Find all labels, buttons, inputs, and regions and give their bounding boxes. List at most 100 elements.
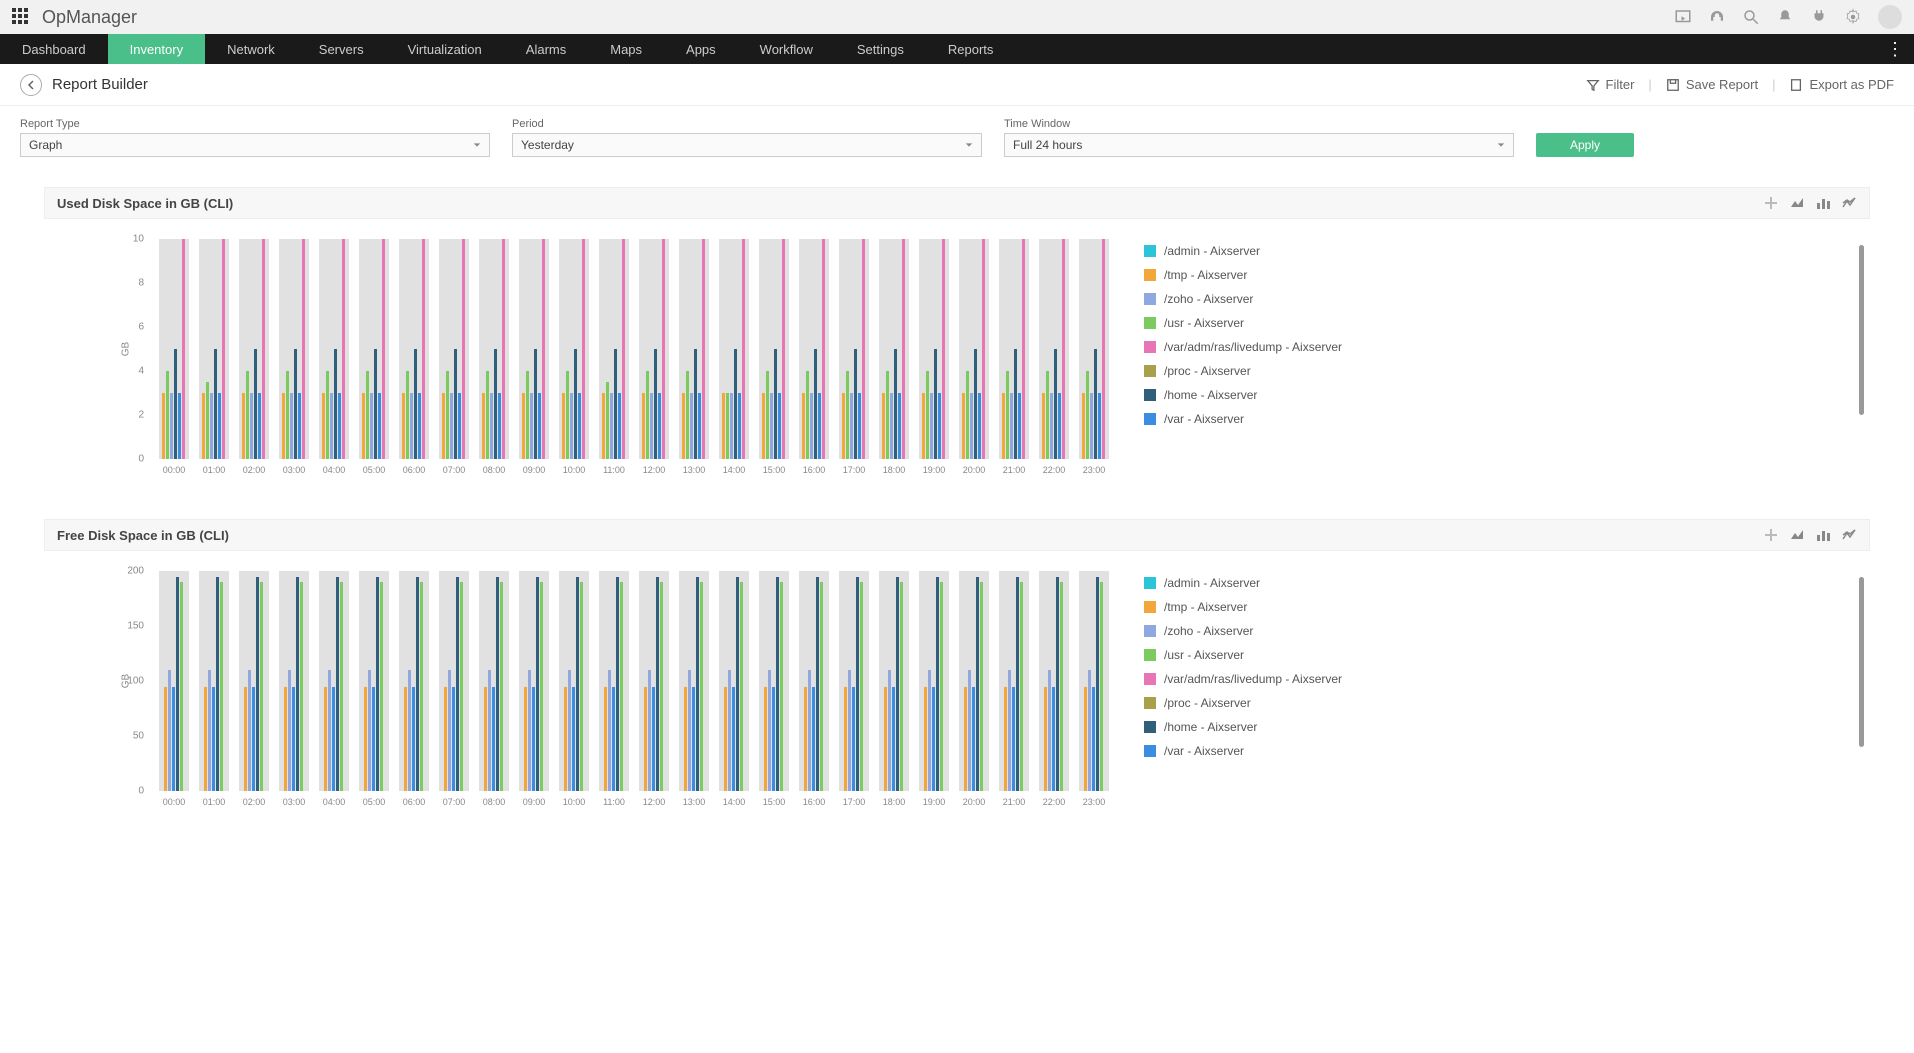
plug-icon[interactable] [1810,8,1828,26]
bar[interactable] [616,577,619,792]
bar[interactable] [330,393,333,459]
nav-item-servers[interactable]: Servers [297,34,386,64]
bar[interactable] [734,349,737,459]
bar[interactable] [860,582,863,791]
report-type-select[interactable]: Graph [20,133,490,157]
bar[interactable] [298,393,301,459]
bar[interactable] [216,577,219,792]
bar[interactable] [690,393,693,459]
bar[interactable] [816,577,819,792]
nav-item-apps[interactable]: Apps [664,34,738,64]
bar[interactable] [536,577,539,792]
bar[interactable] [852,687,855,792]
bar[interactable] [532,687,535,792]
bar[interactable] [218,393,221,459]
bar[interactable] [502,239,505,459]
bar[interactable] [980,582,983,791]
bar[interactable] [650,393,653,459]
bar[interactable] [376,577,379,792]
bar[interactable] [262,239,265,459]
bar[interactable] [1006,371,1009,459]
bar[interactable] [964,687,967,792]
bar[interactable] [180,582,183,791]
bar[interactable] [924,687,927,792]
bar[interactable] [488,670,491,791]
nav-item-inventory[interactable]: Inventory [108,34,205,64]
bar[interactable] [854,349,857,459]
bar[interactable] [414,349,417,459]
bar[interactable] [248,670,251,791]
bar[interactable] [490,393,493,459]
bar[interactable] [380,582,383,791]
bar[interactable] [856,577,859,792]
bar[interactable] [646,371,649,459]
bar[interactable] [902,239,905,459]
bar[interactable] [182,239,185,459]
bar[interactable] [724,687,727,792]
bar[interactable] [934,349,937,459]
bar[interactable] [538,393,541,459]
bar[interactable] [576,577,579,792]
bar[interactable] [580,582,583,791]
bar[interactable] [220,582,223,791]
bar[interactable] [418,393,421,459]
legend-item[interactable]: /admin - Aixserver [1144,239,1850,263]
bar[interactable] [940,582,943,791]
bar[interactable] [842,393,845,459]
time-window-select[interactable]: Full 24 hours [1004,133,1514,157]
bar[interactable] [658,393,661,459]
bar[interactable] [618,393,621,459]
bar[interactable] [732,687,735,792]
bar[interactable] [458,393,461,459]
legend-item[interactable]: /home - Aixserver [1144,383,1850,407]
bar[interactable] [942,239,945,459]
bar[interactable] [928,670,931,791]
bar[interactable] [406,371,409,459]
bar[interactable] [368,670,371,791]
bar[interactable] [610,393,613,459]
bar[interactable] [374,349,377,459]
bar[interactable] [926,371,929,459]
bar[interactable] [1020,582,1023,791]
bar[interactable] [620,582,623,791]
bar[interactable] [492,687,495,792]
add-icon[interactable] [1763,527,1779,543]
bar[interactable] [324,687,327,792]
bar[interactable] [694,349,697,459]
bar[interactable] [660,582,663,791]
bar[interactable] [662,239,665,459]
bar[interactable] [1082,393,1085,459]
legend-item[interactable]: /usr - Aixserver [1144,311,1850,335]
bar[interactable] [462,239,465,459]
bar[interactable] [362,393,365,459]
bar[interactable] [168,670,171,791]
legend-item[interactable]: /var/adm/ras/livedump - Aixserver [1144,667,1850,691]
area-chart-icon[interactable] [1789,527,1805,543]
bar[interactable] [378,393,381,459]
bar[interactable] [258,393,261,459]
bar[interactable] [246,371,249,459]
nav-item-reports[interactable]: Reports [926,34,1016,64]
bar[interactable] [204,687,207,792]
bar[interactable] [162,393,165,459]
bar[interactable] [1052,687,1055,792]
bar[interactable] [742,239,745,459]
bar[interactable] [922,393,925,459]
bar[interactable] [884,687,887,792]
search-icon[interactable] [1742,8,1760,26]
bar[interactable] [932,687,935,792]
bar[interactable] [1086,371,1089,459]
bar[interactable] [702,239,705,459]
bar[interactable] [460,582,463,791]
bar[interactable] [622,239,625,459]
bar[interactable] [654,349,657,459]
bar[interactable] [572,687,575,792]
bar[interactable] [648,670,651,791]
bar[interactable] [1088,670,1091,791]
legend-scrollbar[interactable] [1859,577,1864,747]
bar[interactable] [1050,393,1053,459]
bar[interactable] [416,577,419,792]
bar[interactable] [288,670,291,791]
bar[interactable] [342,239,345,459]
bar-chart-icon[interactable] [1815,195,1831,211]
